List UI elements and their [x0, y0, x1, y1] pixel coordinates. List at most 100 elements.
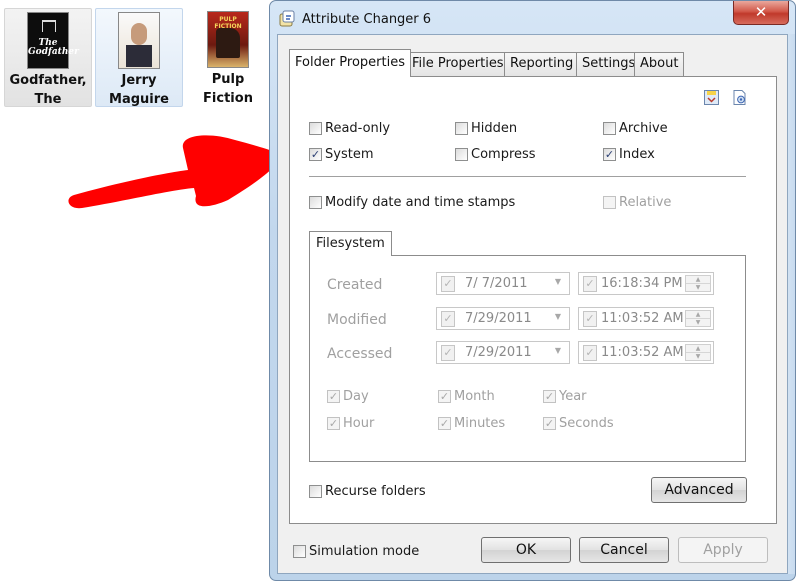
cancel-button[interactable]: Cancel [579, 537, 669, 563]
hidden-label: Hidden [471, 120, 518, 136]
checkbox-box[interactable] [603, 121, 616, 135]
system-label: System [325, 146, 374, 162]
save-profile-icon[interactable] [703, 89, 720, 106]
relative-checkbox[interactable]: Relative [603, 193, 671, 211]
apply-button[interactable]: Apply [678, 537, 768, 563]
tab-folder-properties[interactable]: Folder Properties [289, 49, 412, 77]
file-label-line1: Jerry [121, 73, 157, 88]
actor-face-shape [131, 23, 147, 45]
filesystem-tab[interactable]: Filesystem [309, 231, 392, 256]
tab-reporting[interactable]: Reporting [504, 52, 580, 76]
dropdown-arrow-icon[interactable]: ▼ [555, 312, 561, 321]
read-only-label: Read-only [325, 120, 391, 136]
checkbox-box[interactable]: ✓ [309, 147, 322, 161]
time-spinner[interactable]: ▲ ▼ [685, 310, 711, 327]
spin-down-icon[interactable]: ▼ [686, 353, 710, 361]
spin-down-icon[interactable]: ▼ [686, 284, 710, 292]
checkbox-box[interactable]: ✓ [543, 416, 556, 430]
spin-up-icon[interactable]: ▲ [686, 345, 710, 353]
advanced-button[interactable]: Advanced [651, 477, 747, 503]
seconds-label: Seconds [559, 415, 614, 431]
recurse-folders-checkbox[interactable]: Recurse folders [309, 482, 426, 500]
month-label: Month [454, 388, 495, 404]
read-only-checkbox[interactable]: Read-only [309, 119, 390, 137]
created-date-picker[interactable]: ✓ 7/ 7/2011 ▼ [436, 272, 570, 295]
index-label: Index [619, 146, 655, 162]
checkbox-box[interactable]: ✓ [603, 147, 616, 161]
date-enable-check[interactable]: ✓ [441, 345, 455, 361]
modify-timestamps-label: Modify date and time stamps [325, 194, 516, 210]
hidden-checkbox[interactable]: Hidden [455, 119, 517, 137]
spin-down-icon[interactable]: ▼ [686, 319, 710, 327]
month-checkbox[interactable]: ✓ Month [438, 387, 495, 405]
simulation-mode-checkbox[interactable]: Simulation mode [293, 542, 419, 560]
poster-thumbnail: PULP FICTION [207, 11, 249, 68]
year-checkbox[interactable]: ✓ Year [543, 387, 587, 405]
tab-about[interactable]: About [634, 52, 685, 76]
simulation-mode-label: Simulation mode [309, 543, 420, 559]
tab-settings[interactable]: Settings [576, 52, 642, 76]
arrow-shape [68, 135, 283, 209]
accessed-label: Accessed [327, 346, 393, 362]
checkbox-box[interactable]: ✓ [327, 389, 340, 403]
poster-thumbnail [118, 12, 160, 69]
system-checkbox[interactable]: ✓ System [309, 145, 373, 163]
archive-checkbox[interactable]: Archive [603, 119, 668, 137]
checkbox-box[interactable] [455, 147, 468, 161]
minutes-checkbox[interactable]: ✓ Minutes [438, 414, 505, 432]
file-pulp-fiction[interactable]: PULP FICTION Pulp Fiction [190, 8, 266, 107]
modified-time-value: 11:03:52 AM [601, 311, 684, 326]
filesystem-group: Created ✓ 7/ 7/2011 ▼ ✓ 16:18:34 PM ▲ ▼ … [309, 255, 746, 462]
time-spinner[interactable]: ▲ ▼ [685, 344, 711, 361]
poster-thumbnail: The Godfather [27, 12, 79, 69]
checkbox-box[interactable] [603, 195, 616, 209]
spin-up-icon[interactable]: ▲ [686, 311, 710, 319]
index-checkbox[interactable]: ✓ Index [603, 145, 655, 163]
created-time-picker[interactable]: ✓ 16:18:34 PM ▲ ▼ [578, 272, 714, 295]
compress-checkbox[interactable]: Compress [455, 145, 536, 163]
dropdown-arrow-icon[interactable]: ▼ [555, 346, 561, 355]
checkbox-box[interactable] [309, 121, 322, 135]
close-button[interactable]: ✕ [733, 1, 789, 25]
minutes-label: Minutes [454, 415, 506, 431]
time-enable-check[interactable]: ✓ [583, 311, 597, 327]
day-checkbox[interactable]: ✓ Day [327, 387, 369, 405]
date-enable-check[interactable]: ✓ [441, 311, 455, 327]
year-label: Year [559, 388, 587, 404]
dropdown-arrow-icon[interactable]: ▼ [555, 277, 561, 286]
tab-file-properties[interactable]: File Properties [406, 52, 510, 76]
separator-line [309, 176, 746, 177]
time-enable-check[interactable]: ✓ [583, 345, 597, 361]
checkbox-box[interactable]: ✓ [438, 416, 451, 430]
modify-timestamps-checkbox[interactable]: Modify date and time stamps [309, 193, 515, 211]
checkbox-box[interactable] [293, 544, 306, 558]
file-jerry-maguire[interactable]: Jerry Maguire [95, 8, 183, 107]
time-enable-check[interactable]: ✓ [583, 276, 597, 292]
modified-date-picker[interactable]: ✓ 7/29/2011 ▼ [436, 307, 570, 330]
checkbox-box[interactable] [309, 484, 322, 498]
checkbox-box[interactable] [309, 195, 322, 209]
modified-time-picker[interactable]: ✓ 11:03:52 AM ▲ ▼ [578, 307, 714, 330]
checkbox-box[interactable]: ✓ [438, 389, 451, 403]
checkbox-box[interactable]: ✓ [327, 416, 340, 430]
checkbox-box[interactable] [455, 121, 468, 135]
accessed-date-picker[interactable]: ✓ 7/29/2011 ▼ [436, 341, 570, 364]
file-label-line1: Pulp [211, 72, 245, 87]
seconds-checkbox[interactable]: ✓ Seconds [543, 414, 614, 432]
checkbox-box[interactable]: ✓ [543, 389, 556, 403]
date-enable-check[interactable]: ✓ [441, 276, 455, 292]
spin-up-icon[interactable]: ▲ [686, 276, 710, 284]
file-godfather[interactable]: The Godfather Godfather, The [4, 8, 92, 107]
file-label: Pulp Fiction [190, 70, 266, 108]
window-title: Attribute Changer 6 [302, 12, 432, 27]
hour-checkbox[interactable]: ✓ Hour [327, 414, 374, 432]
time-spinner[interactable]: ▲ ▼ [685, 275, 711, 292]
settings-document-icon[interactable] [731, 89, 748, 106]
accessed-date-value: 7/29/2011 [465, 345, 532, 360]
poster-title: The Godfather [28, 38, 79, 57]
created-time-value: 16:18:34 PM [601, 276, 683, 291]
created-date-value: 7/ 7/2011 [465, 276, 528, 291]
relative-label: Relative [619, 194, 672, 210]
ok-button[interactable]: OK [481, 537, 571, 563]
accessed-time-picker[interactable]: ✓ 11:03:52 AM ▲ ▼ [578, 341, 714, 364]
